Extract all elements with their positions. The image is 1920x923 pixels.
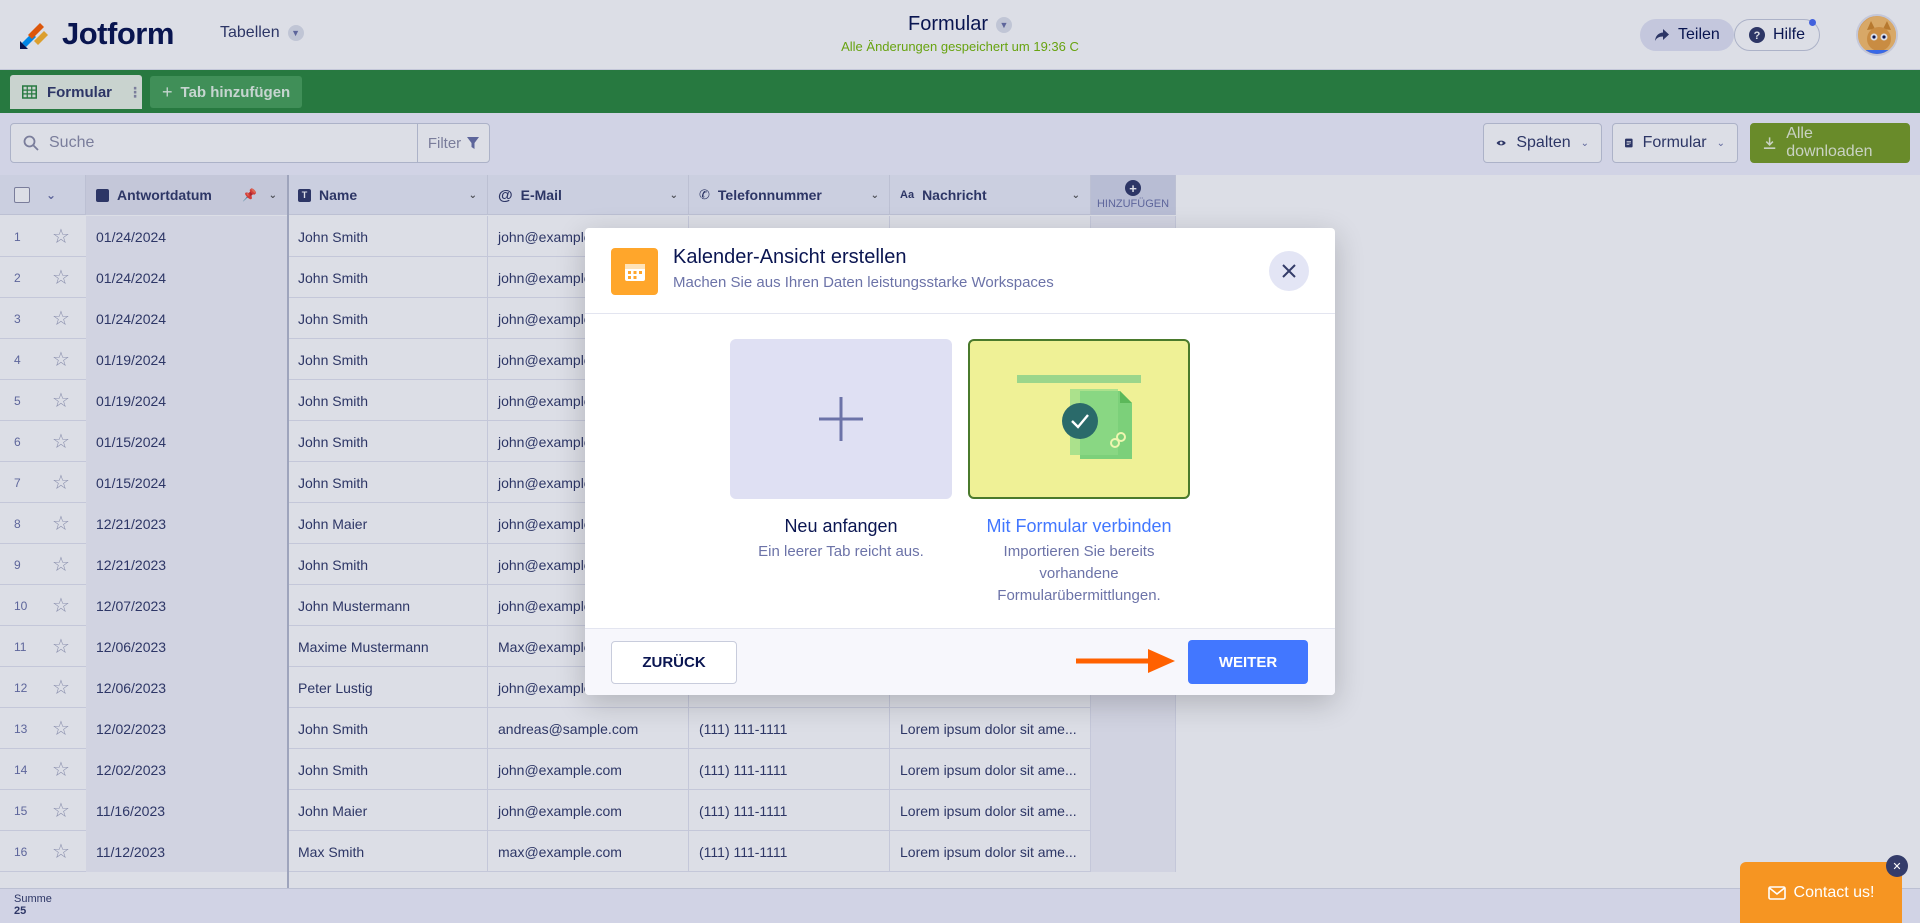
close-button[interactable] — [1269, 251, 1309, 291]
create-calendar-view-dialog: Kalender-Ansicht erstellen Machen Sie au… — [585, 228, 1335, 695]
option-start-title[interactable]: Neu anfangen — [721, 516, 961, 537]
contact-label: Contact us! — [1793, 883, 1875, 901]
dialog-footer: ZURÜCK WEITER — [585, 628, 1335, 695]
option-connect-description: Importieren Sie bereits vorhandene Formu… — [997, 543, 1161, 604]
close-contact-icon[interactable]: ✕ — [1886, 855, 1908, 877]
dialog-subtitle: Machen Sie aus Ihren Daten leistungsstar… — [673, 274, 1054, 291]
mail-icon — [1767, 885, 1786, 900]
contact-us-button[interactable]: Contact us! — [1740, 862, 1902, 923]
back-button[interactable]: ZURÜCK — [611, 641, 737, 684]
dialog-header: Kalender-Ansicht erstellen Machen Sie au… — [585, 228, 1335, 314]
calendar-icon — [611, 248, 658, 295]
pointer-arrow-icon — [1076, 649, 1175, 673]
plus-icon — [819, 397, 863, 441]
close-icon — [1282, 264, 1296, 278]
form-document-link-icon — [1017, 375, 1141, 459]
option-connect-title[interactable]: Mit Formular verbinden — [959, 516, 1199, 537]
connect-form-option[interactable] — [968, 339, 1190, 499]
start-fresh-option[interactable] — [730, 339, 952, 499]
dialog-title: Kalender-Ansicht erstellen — [673, 246, 907, 268]
next-button[interactable]: WEITER — [1188, 640, 1308, 684]
option-start-description: Ein leerer Tab reicht aus. — [758, 543, 924, 560]
